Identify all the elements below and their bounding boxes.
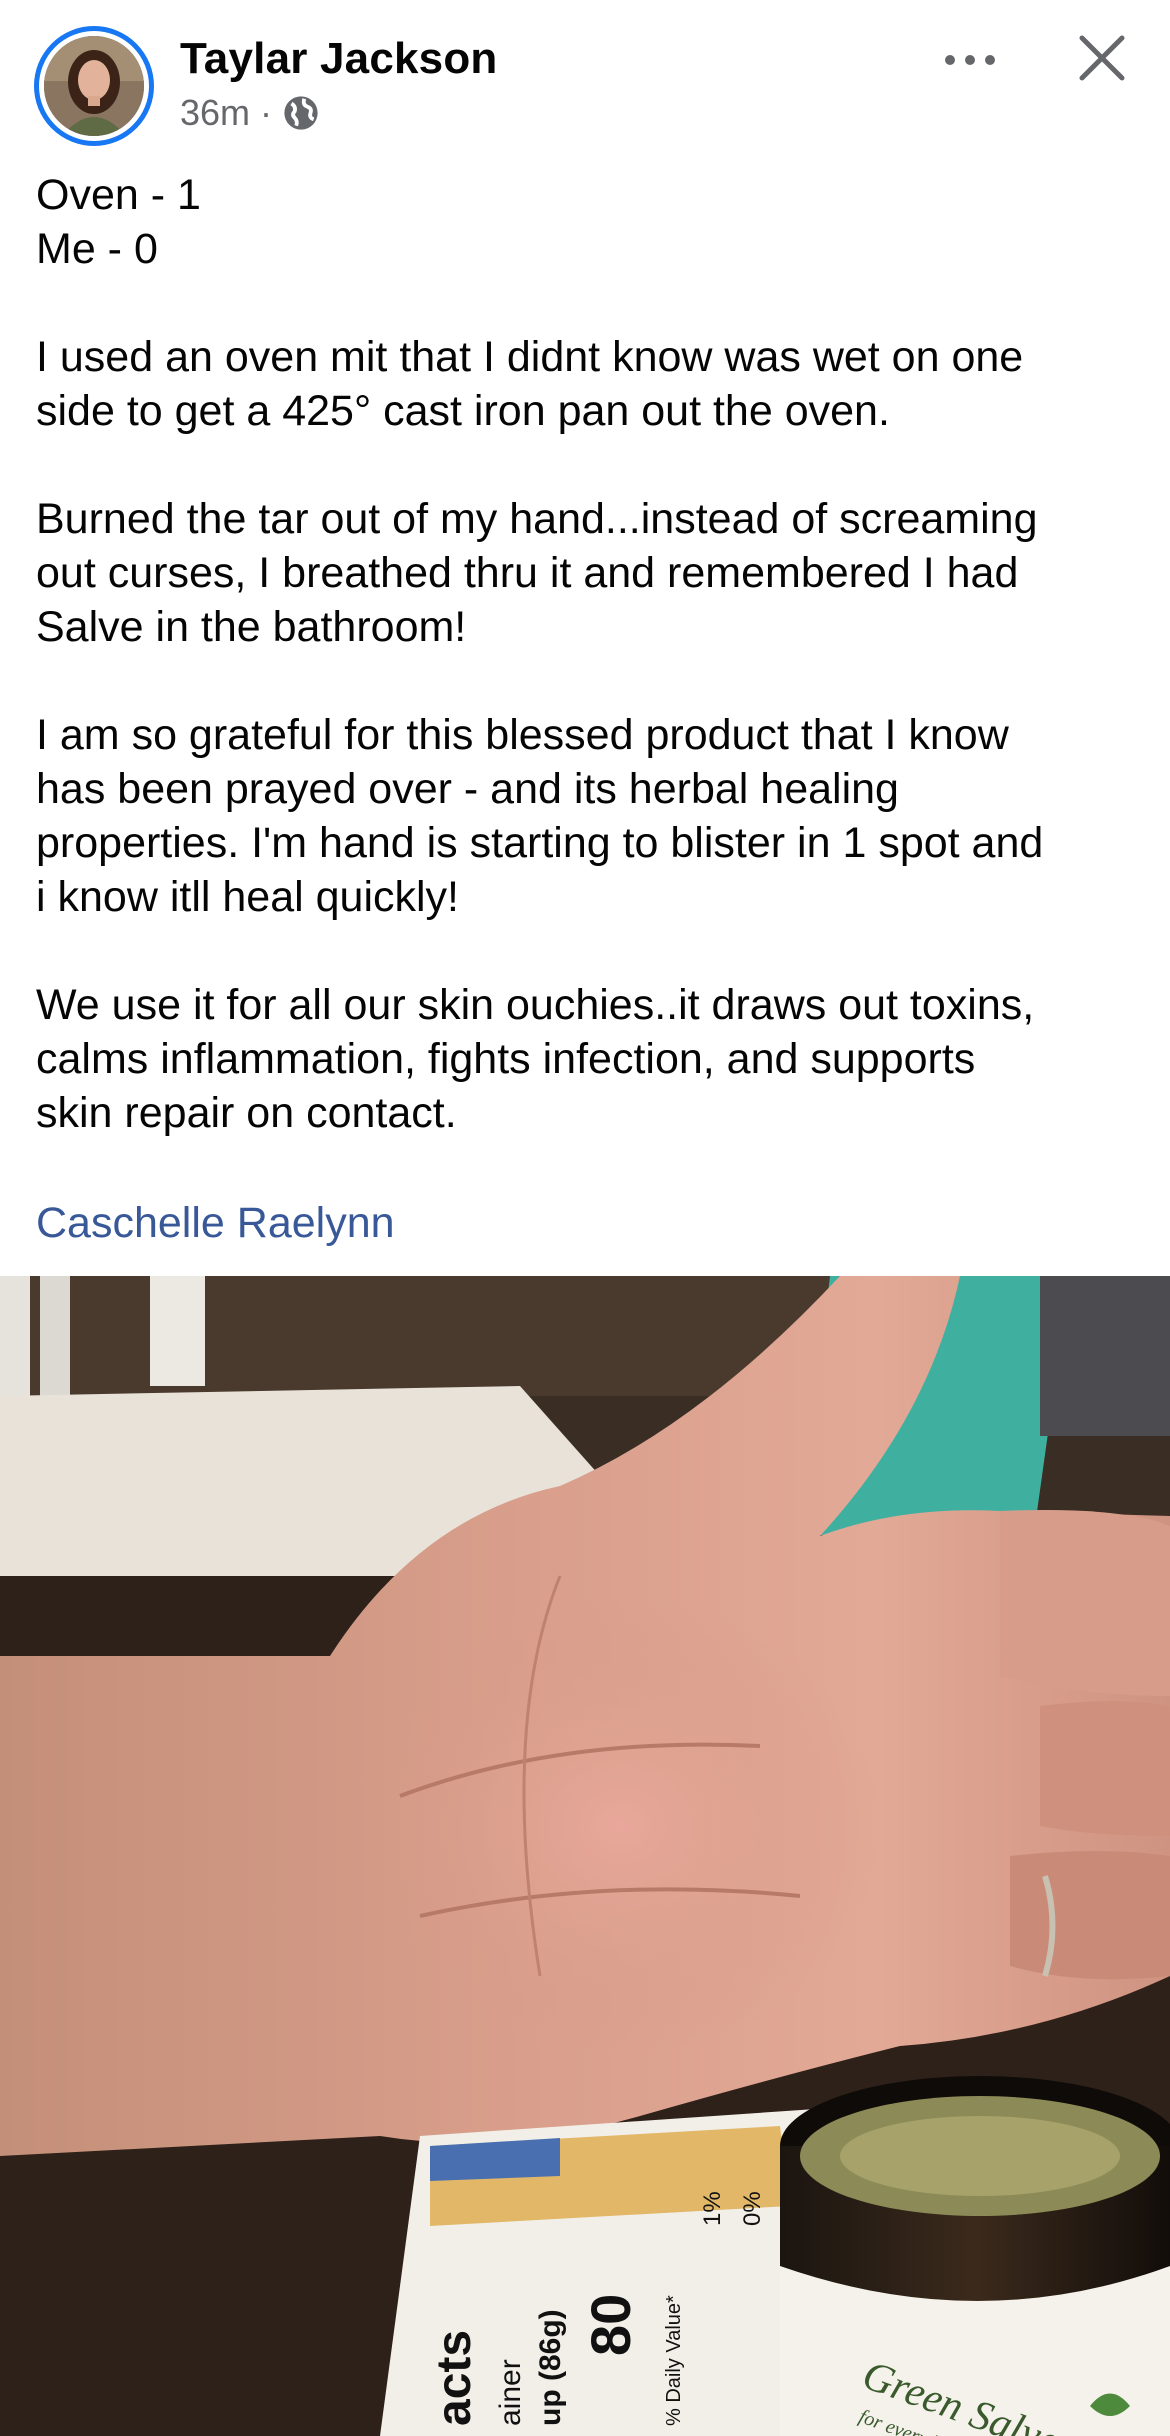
text-line: Salve in the bathroom! bbox=[36, 603, 467, 651]
text-line: Oven - 1 bbox=[36, 171, 201, 219]
text-line: skin repair on contact. bbox=[36, 1089, 457, 1137]
post-time[interactable]: 36m bbox=[180, 92, 250, 134]
nutrition-side-0: acts bbox=[428, 2330, 481, 2426]
ellipsis-icon bbox=[945, 55, 995, 65]
text-line: i know itll heal quickly! bbox=[36, 873, 460, 921]
text-line: Burned the tar out of my hand...instead … bbox=[36, 495, 1038, 543]
post-viewer: Taylar Jackson 36m · Oven - 1 Me - 0 I u… bbox=[0, 0, 1170, 2436]
text-line: We use it for all our skin ouchies..it d… bbox=[36, 981, 1035, 1029]
nutrition-daily-value: % Daily Value* bbox=[663, 2295, 685, 2426]
text-line: properties. I'm hand is starting to blis… bbox=[36, 819, 1044, 867]
nutrition-percent: 0% bbox=[739, 2191, 766, 2226]
mention-link[interactable]: Caschelle Raelynn bbox=[36, 1196, 395, 1250]
text-line: out curses, I breathed thru it and remem… bbox=[36, 549, 1019, 597]
close-icon bbox=[1079, 35, 1125, 81]
text-line: side to get a 425° cast iron pan out the… bbox=[36, 387, 890, 435]
post-paragraph: I used an oven mit that I didnt know was… bbox=[36, 330, 1136, 438]
author-name[interactable]: Taylar Jackson bbox=[180, 34, 498, 84]
avatar[interactable] bbox=[34, 26, 154, 146]
nutrition-side-1: ainer bbox=[494, 2359, 527, 2426]
post-paragraph: I am so grateful for this blessed produc… bbox=[36, 708, 1136, 924]
post-paragraph: Burned the tar out of my hand...instead … bbox=[36, 492, 1136, 654]
post-header: Taylar Jackson 36m · bbox=[0, 0, 1170, 160]
globe-icon bbox=[282, 94, 320, 132]
post-paragraph: We use it for all our skin ouchies..it d… bbox=[36, 978, 1136, 1140]
text-line: Me - 0 bbox=[36, 225, 158, 273]
post-meta: 36m · bbox=[180, 92, 320, 134]
post-paragraph: Oven - 1 Me - 0 bbox=[36, 168, 1136, 276]
nutrition-percent: 1% bbox=[699, 2191, 726, 2226]
more-options-button[interactable] bbox=[930, 30, 1010, 90]
text-line: I am so grateful for this blessed produc… bbox=[36, 711, 1009, 759]
text-line: I used an oven mit that I didnt know was… bbox=[36, 333, 1024, 381]
post-photo[interactable]: acts ainer up (86g) 80 % Daily Value* 1%… bbox=[0, 1276, 1170, 2436]
post-text: Oven - 1 Me - 0 I used an oven mit that … bbox=[36, 168, 1136, 1140]
close-button[interactable] bbox=[1070, 26, 1134, 90]
text-line: calms inflammation, fights infection, an… bbox=[36, 1035, 976, 1083]
avatar-photo bbox=[44, 36, 144, 136]
hand-and-salve-image: acts ainer up (86g) 80 % Daily Value* 1%… bbox=[0, 1276, 1170, 2436]
nutrition-side-2: up (86g) bbox=[534, 2309, 567, 2426]
nutrition-calories: 80 bbox=[579, 2294, 642, 2356]
meta-separator: · bbox=[260, 92, 273, 133]
text-line: has been prayed over - and its herbal he… bbox=[36, 765, 899, 813]
